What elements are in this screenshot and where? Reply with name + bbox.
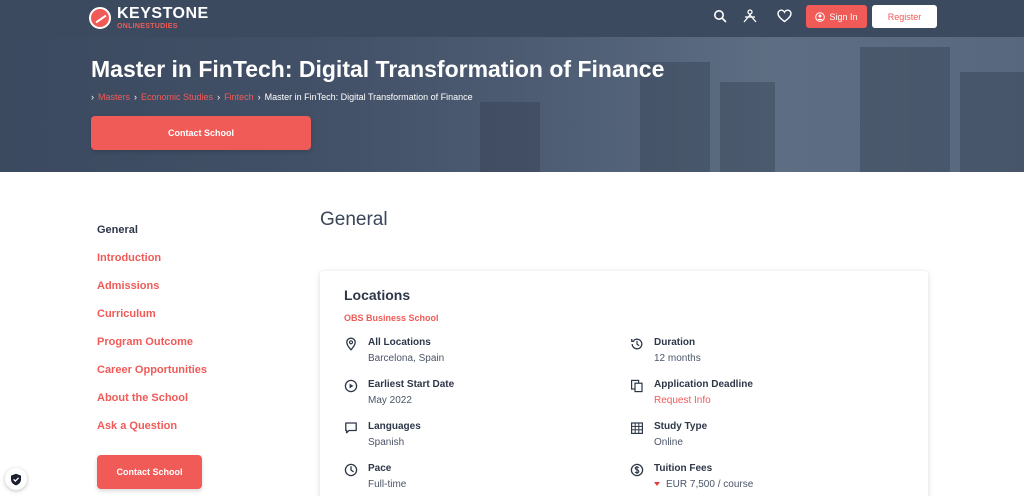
sign-in-button[interactable]: Sign In [806, 5, 867, 28]
chat-bubble-icon [345, 422, 357, 434]
sidebar-item-ask-a-question[interactable]: Ask a Question [97, 418, 207, 446]
info-value: 12 months [654, 353, 701, 364]
sign-in-label: Sign In [829, 11, 858, 22]
register-button[interactable]: Register [872, 5, 937, 28]
info-label: Languages [368, 421, 421, 432]
breadcrumb: › Masters › Economic Studies › Fintech ›… [91, 92, 473, 102]
sidebar-item-program-outcome[interactable]: Program Outcome [97, 334, 207, 362]
breadcrumb-economic-studies[interactable]: Economic Studies [141, 92, 213, 102]
sidebar-item-about-the-school[interactable]: About the School [97, 390, 207, 418]
info-label: All Locations [368, 337, 431, 348]
tuition-amount: EUR 7,500 / course [666, 479, 754, 490]
school-name-link[interactable]: OBS Business School [344, 313, 439, 323]
info-label: Duration [654, 337, 696, 348]
discover-compass-icon[interactable] [742, 8, 758, 24]
sidebar-item-admissions[interactable]: Admissions [97, 278, 207, 306]
sidebar-item-general[interactable]: General [97, 222, 207, 250]
info-label: Earliest Start Date [368, 379, 455, 390]
keystone-logo-icon [89, 7, 111, 29]
contact-school-button[interactable]: Contact School [91, 116, 311, 150]
sidebar-item-career-opportunities[interactable]: Career Opportunities [97, 362, 207, 390]
user-circle-icon [815, 11, 826, 22]
breadcrumb-fintech[interactable]: Fintech [224, 92, 254, 102]
building-icon [631, 422, 644, 434]
info-label: Pace [368, 463, 392, 474]
card-title: Locations [344, 287, 411, 303]
page-title: Master in FinTech: Digital Transformatio… [91, 56, 665, 82]
clock-icon [344, 463, 358, 477]
breadcrumb-masters[interactable]: Masters [98, 92, 130, 102]
info-value: Full-time [368, 479, 407, 490]
copy-document-icon [631, 379, 643, 393]
info-label: Study Type [654, 421, 708, 432]
info-value: EUR 7,500 / course [654, 479, 753, 490]
search-icon[interactable] [712, 8, 728, 24]
info-value: Barcelona, Spain [368, 353, 445, 364]
caret-down-icon[interactable] [654, 482, 660, 487]
section-title: General [320, 209, 388, 230]
info-value: Online [654, 437, 683, 448]
privacy-shield-button[interactable] [5, 468, 27, 490]
section-navigation: General Introduction Admissions Curricul… [97, 222, 207, 446]
location-pin-icon [346, 337, 356, 351]
info-value: Spanish [368, 437, 405, 448]
breadcrumb-current: Master in FinTech: Digital Transformatio… [264, 92, 473, 102]
brand-name: KEYSTONE [117, 5, 209, 22]
shield-check-icon [11, 473, 21, 485]
brand-logo[interactable]: KEYSTONE ONLINESTUDIES [89, 3, 209, 33]
brand-subtitle: ONLINESTUDIES [117, 23, 178, 30]
dollar-circle-icon [630, 463, 644, 477]
sidebar-item-curriculum[interactable]: Curriculum [97, 306, 207, 334]
sidebar-item-introduction[interactable]: Introduction [97, 250, 207, 278]
info-label: Application Deadline [654, 379, 753, 390]
sidebar-contact-school-button[interactable]: Contact School [97, 455, 202, 489]
heart-icon[interactable] [776, 8, 792, 24]
history-icon [631, 338, 643, 350]
request-info-link[interactable]: Request Info [654, 395, 711, 406]
info-value: May 2022 [368, 395, 412, 406]
play-circle-icon [344, 379, 358, 393]
info-label: Tuition Fees [654, 463, 713, 474]
